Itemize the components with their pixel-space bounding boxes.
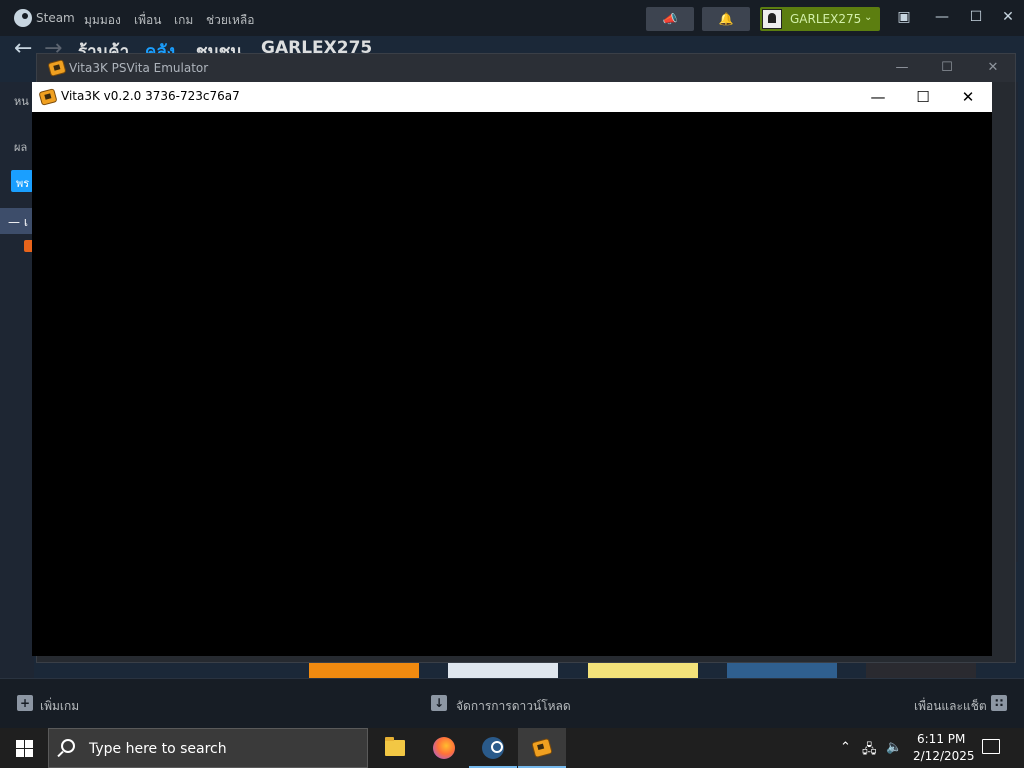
avatar xyxy=(762,9,782,29)
vita3k-icon xyxy=(531,737,553,759)
add-icon: + xyxy=(17,695,33,711)
manage-downloads-button[interactable]: จัดการการดาวน์โหลด xyxy=(456,697,571,716)
account-name: GARLEX275 xyxy=(790,12,862,26)
taskbar-search-input[interactable]: Type here to search xyxy=(48,728,368,768)
vita3k-main-minimize-button[interactable]: — xyxy=(888,57,916,79)
firefox-icon xyxy=(433,737,455,759)
emulator-display[interactable] xyxy=(32,112,992,656)
menu-steam[interactable]: Steam xyxy=(36,11,75,25)
sidebar-section-header[interactable]: — เ xyxy=(0,208,34,234)
notifications-button[interactable]: 🔔 xyxy=(702,7,750,31)
taskbar-steam[interactable] xyxy=(469,728,517,768)
network-icon[interactable]: 🖧 xyxy=(862,740,877,762)
chevron-down-icon: ⌄ xyxy=(864,12,873,23)
steam-logo-icon[interactable] xyxy=(14,9,32,27)
account-menu-button[interactable]: GARLEX275 ⌄ xyxy=(760,7,880,31)
taskbar-file-explorer[interactable] xyxy=(371,728,419,768)
vita3k-render-minimize-button[interactable]: — xyxy=(863,85,893,109)
vita3k-main-close-button[interactable]: ✕ xyxy=(979,57,1007,79)
sidebar-blue-button[interactable]: พร xyxy=(11,170,33,192)
windows-start-icon[interactable] xyxy=(0,728,48,768)
file-explorer-icon xyxy=(385,737,405,756)
vita3k-icon xyxy=(47,59,67,77)
taskbar-vita3k[interactable] xyxy=(518,728,566,768)
search-icon xyxy=(61,739,75,753)
clock-time[interactable]: 6:11 PM xyxy=(917,732,965,746)
vita3k-render-maximize-button[interactable]: ☐ xyxy=(908,85,938,109)
vita3k-icon xyxy=(38,88,58,106)
vita3k-main-titlebar[interactable]: Vita3K PSVita Emulator — ☐ ✕ xyxy=(37,54,1015,82)
bell-icon: 🔔 xyxy=(718,12,734,26)
chevron-up-icon[interactable]: ⌃ xyxy=(840,740,851,755)
clock-date[interactable]: 2/12/2025 xyxy=(913,749,975,763)
vita3k-render-close-button[interactable]: ✕ xyxy=(953,85,983,109)
vita3k-main-title: Vita3K PSVita Emulator xyxy=(69,61,209,75)
download-icon: ↓ xyxy=(431,695,447,711)
steam-maximize-button[interactable]: ☐ xyxy=(964,6,988,28)
friends-icon[interactable]: ∷ xyxy=(991,695,1007,711)
steam-icon xyxy=(482,737,504,759)
vita3k-render-titlebar[interactable]: Vita3K v0.2.0 3736-723c76a7 — ☐ ✕ xyxy=(32,82,992,112)
monitor-icon[interactable]: ▣ xyxy=(892,6,916,28)
announcements-button[interactable]: 📣 xyxy=(646,7,694,31)
sidebar-home-fragment[interactable]: หน xyxy=(14,92,29,110)
sidebar-results-fragment: ผล xyxy=(14,141,28,154)
menu-view[interactable]: มุมมอง xyxy=(84,11,121,30)
menu-friends[interactable]: เพื่อน xyxy=(134,11,161,30)
steam-close-button[interactable]: ✕ xyxy=(996,6,1020,28)
search-placeholder: Type here to search xyxy=(89,741,227,757)
menu-games[interactable]: เกม xyxy=(174,11,193,30)
notification-icon[interactable] xyxy=(982,739,1000,754)
vita3k-render-window: Vita3K v0.2.0 3736-723c76a7 — ☐ ✕ xyxy=(32,82,992,656)
vita3k-main-maximize-button[interactable]: ☐ xyxy=(933,57,961,79)
steam-top-bar: Steam มุมมอง เพื่อน เกม ช่วยเหลือ 📣 🔔 GA… xyxy=(0,0,1024,36)
taskbar-firefox[interactable] xyxy=(420,728,468,768)
steam-minimize-button[interactable]: — xyxy=(930,6,954,28)
steam-bottom-bar: + เพิ่มเกม ↓ จัดการการดาวน์โหลด เพื่อนแล… xyxy=(0,678,1024,728)
vita3k-render-title: Vita3K v0.2.0 3736-723c76a7 xyxy=(61,89,240,103)
megaphone-icon: 📣 xyxy=(662,12,678,26)
windows-taskbar: Type here to search ⌃ 🖧 🔈 6:11 PM 2/12/2… xyxy=(0,728,1024,768)
friends-chat-button[interactable]: เพื่อนและแช็ต xyxy=(914,697,987,716)
back-arrow-icon[interactable]: ← xyxy=(14,36,32,61)
add-game-button[interactable]: เพิ่มเกม xyxy=(40,697,79,716)
volume-icon[interactable]: 🔈 xyxy=(886,740,902,755)
menu-help[interactable]: ช่วยเหลือ xyxy=(206,11,255,30)
